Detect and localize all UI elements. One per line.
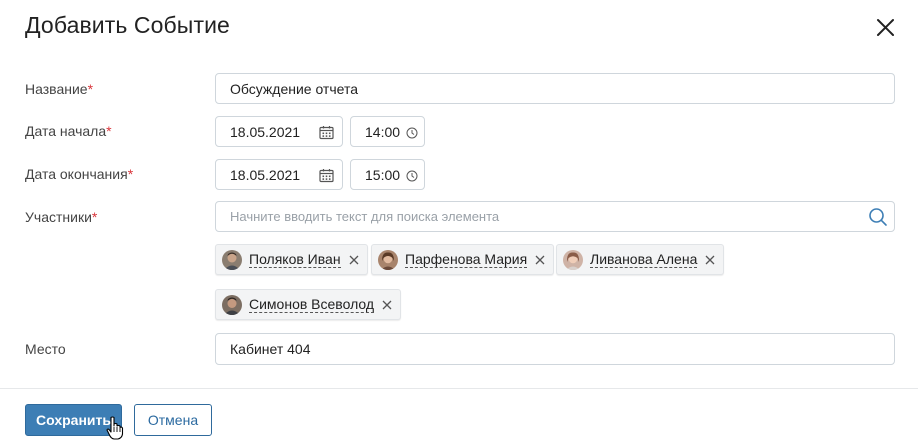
participant-name[interactable]: Симонов Всеволод	[249, 296, 375, 313]
remove-icon[interactable]	[382, 300, 392, 310]
close-icon[interactable]	[872, 14, 900, 42]
avatar	[222, 249, 242, 270]
end-date-value: 18.05.2021	[230, 166, 301, 183]
participants-search-input[interactable]: Начните вводить текст для поиска элемент…	[215, 201, 895, 232]
participant-name[interactable]: Парфенова Мария	[405, 251, 528, 268]
place-input[interactable]: Кабинет 404	[215, 333, 895, 365]
end-time-input[interactable]: 15:00	[350, 159, 425, 190]
participant-name[interactable]: Ливанова Алена	[590, 251, 698, 268]
name-value: Обсуждение отчета	[230, 80, 359, 97]
avatar	[222, 294, 242, 315]
participant-chip[interactable]: Парфенова Мария	[371, 244, 555, 275]
end-date-input[interactable]: 18.05.2021	[215, 159, 343, 190]
participant-name[interactable]: Поляков Иван	[249, 251, 341, 268]
end-time-value: 15:00	[365, 166, 401, 183]
remove-icon[interactable]	[535, 255, 545, 265]
dialog-title: Добавить Событие	[25, 12, 230, 38]
calendar-icon[interactable]	[319, 168, 334, 186]
participant-chip[interactable]: Поляков Иван	[215, 244, 368, 275]
name-input[interactable]: Обсуждение отчета	[215, 73, 895, 104]
participants-label: Участники*	[25, 209, 98, 225]
place-value: Кабинет 404	[230, 341, 311, 357]
start-time-value: 14:00	[365, 123, 401, 140]
participants-placeholder: Начните вводить текст для поиска элемент…	[230, 209, 500, 224]
name-label: Название*	[25, 81, 94, 97]
start-date-label: Дата начала*	[25, 123, 112, 139]
save-button[interactable]: Сохранить	[25, 404, 122, 436]
avatar	[563, 249, 583, 270]
clock-icon[interactable]	[406, 126, 418, 142]
start-date-value: 18.05.2021	[230, 123, 301, 140]
footer-divider	[0, 388, 918, 389]
clock-icon[interactable]	[406, 169, 418, 185]
participant-chip[interactable]: Симонов Всеволод	[215, 289, 402, 320]
remove-icon[interactable]	[705, 255, 715, 265]
start-date-input[interactable]: 18.05.2021	[215, 116, 343, 147]
participant-chip[interactable]: Ливанова Алена	[556, 244, 725, 275]
calendar-icon[interactable]	[319, 125, 334, 143]
add-event-dialog: Добавить Событие Название* Обсуждение от…	[0, 0, 918, 447]
avatar	[378, 249, 398, 270]
remove-icon[interactable]	[349, 255, 359, 265]
start-time-input[interactable]: 14:00	[350, 116, 425, 147]
cancel-button[interactable]: Отмена	[134, 404, 212, 436]
search-icon[interactable]	[868, 207, 888, 230]
end-date-label: Дата окончания*	[25, 166, 134, 182]
place-label: Место	[25, 341, 66, 357]
